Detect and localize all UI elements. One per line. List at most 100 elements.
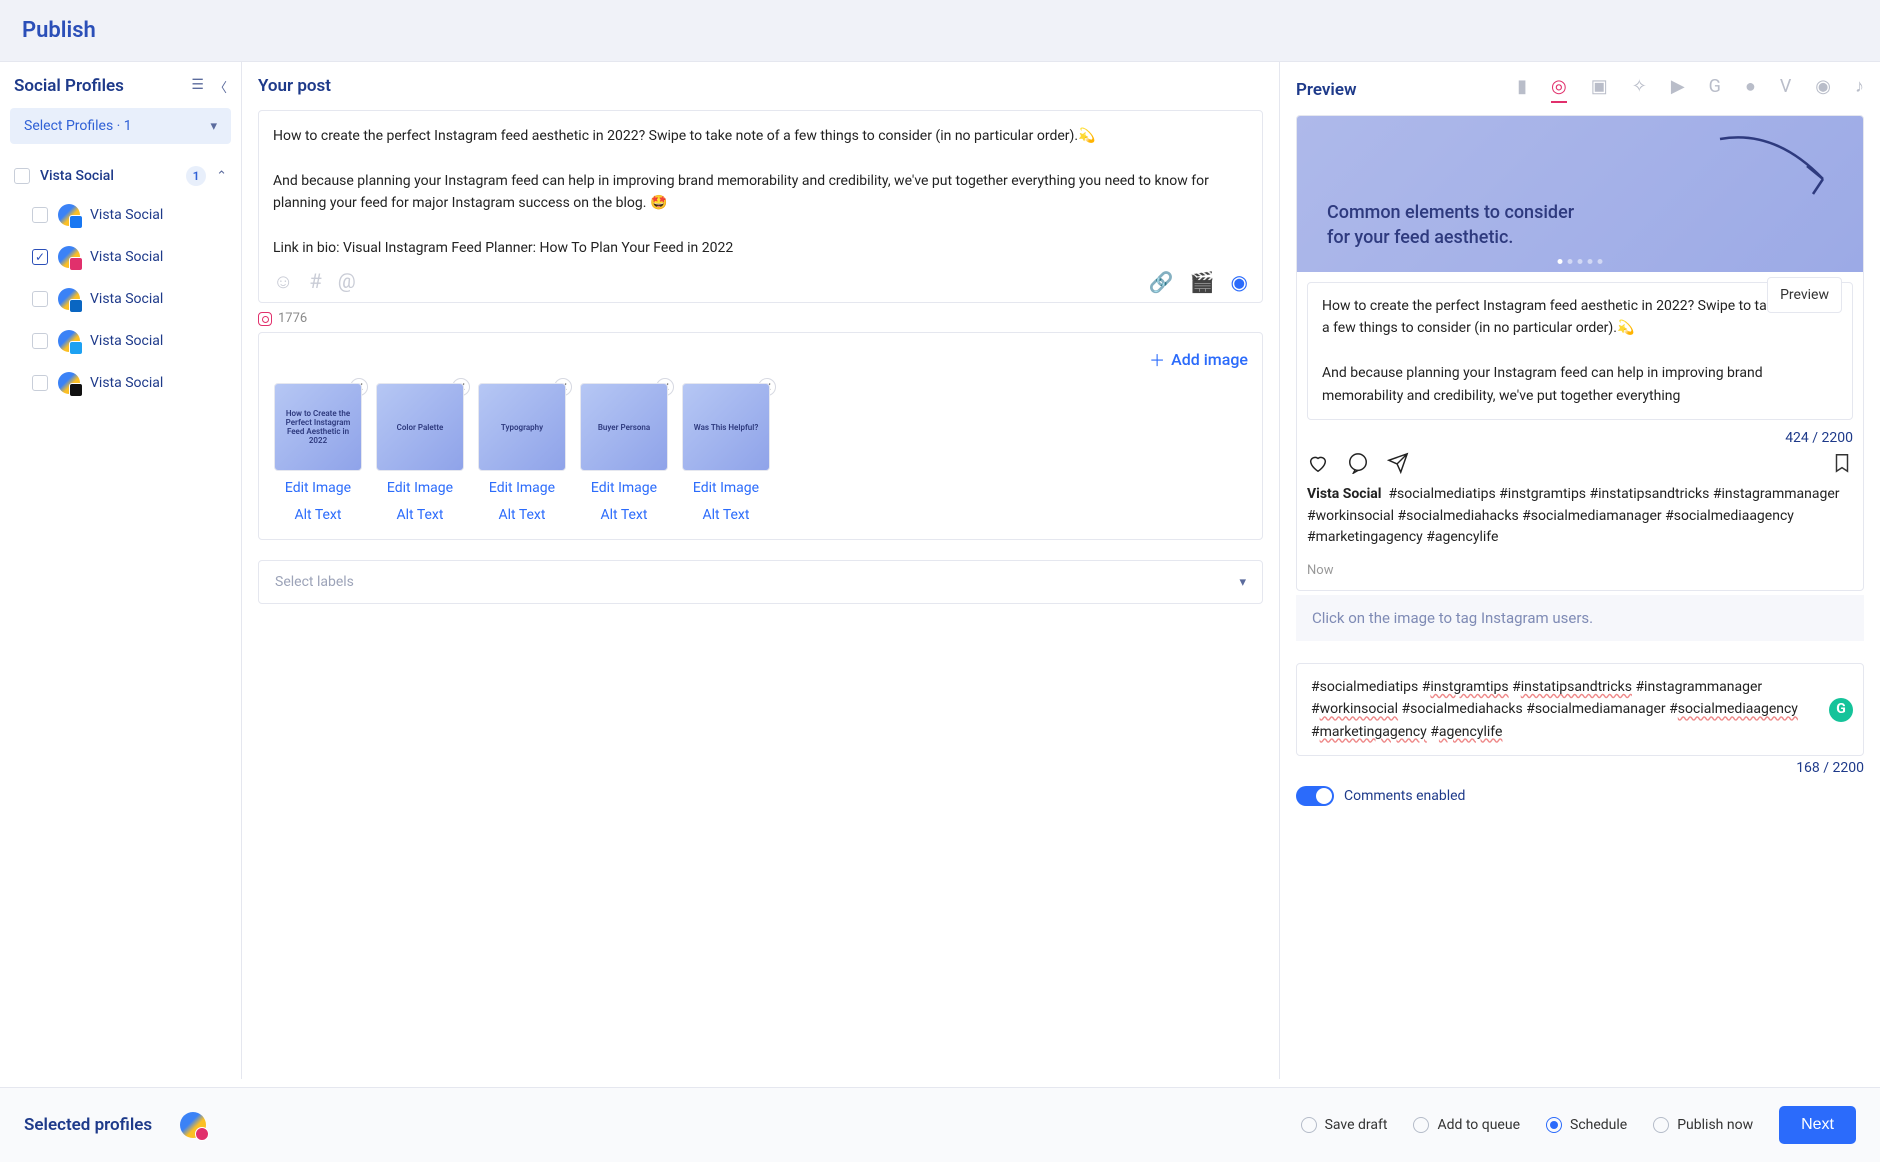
comments-toggle-row: Comments enabled	[1296, 786, 1864, 806]
edit-image-link[interactable]: Edit Image	[285, 479, 351, 498]
selected-profile-avatar[interactable]	[180, 1112, 206, 1138]
thumbnail[interactable]: ✕ Buyer Persona Edit Image Alt Text	[579, 383, 669, 525]
profile-item-twitter[interactable]: Vista Social	[10, 320, 231, 362]
collapse-sidebar-icon[interactable]: 〈	[214, 77, 227, 96]
thumb-image[interactable]: How to Create the Perfect Instagram Feed…	[274, 383, 362, 471]
profile-checkbox[interactable]	[32, 249, 48, 265]
thumb-image[interactable]: Typography	[478, 383, 566, 471]
select-labels-dropdown[interactable]: Select labels ▾	[258, 560, 1263, 604]
comment-icon[interactable]	[1347, 452, 1369, 474]
select-profiles-dropdown[interactable]: Select Profiles · 1 ▾	[10, 108, 231, 144]
alt-text-link[interactable]: Alt Text	[397, 506, 444, 525]
bookmark-icon[interactable]	[1831, 452, 1853, 474]
edit-image-link[interactable]: Edit Image	[693, 479, 759, 498]
add-image-label: Add image	[1171, 350, 1248, 369]
google-tab-icon[interactable]: G	[1709, 76, 1721, 103]
pinterest-tab-icon[interactable]: ◉	[1815, 76, 1831, 103]
facebook-tab-icon[interactable]: ▮	[1517, 76, 1527, 103]
profile-item-tiktok[interactable]: Vista Social	[10, 362, 231, 404]
thumbnail[interactable]: ✕ How to Create the Perfect Instagram Fe…	[273, 383, 363, 525]
first-comment-input[interactable]: #socialmediatips #instgramtips #instatip…	[1296, 663, 1864, 756]
preview-badge[interactable]: Preview	[1767, 277, 1842, 313]
group-count-badge: 1	[186, 166, 206, 186]
thumb-image[interactable]: Color Palette	[376, 383, 464, 471]
mention-icon[interactable]: @	[338, 269, 356, 294]
save-draft-option[interactable]: Save draft	[1301, 1117, 1388, 1133]
tag-users-hint[interactable]: Click on the image to tag Instagram user…	[1296, 595, 1864, 641]
preview-username: Vista Social	[1307, 486, 1381, 502]
tiktok-tab-icon[interactable]: ♪	[1855, 76, 1864, 103]
profile-checkbox[interactable]	[32, 207, 48, 223]
profile-checkbox[interactable]	[32, 375, 48, 391]
labels-placeholder: Select labels	[275, 574, 354, 590]
profile-name: Vista Social	[90, 375, 163, 391]
char-count: 1776	[278, 311, 307, 326]
alt-text-link[interactable]: Alt Text	[601, 506, 648, 525]
profile-name: Vista Social	[90, 333, 163, 349]
add-image-button[interactable]: ＋ Add image	[273, 347, 1248, 371]
filter-icon[interactable]: ☰	[191, 77, 204, 96]
profile-name: Vista Social	[90, 249, 163, 265]
avatar-tiktok	[58, 372, 80, 394]
post-editor: How to create the perfect Instagram feed…	[258, 110, 1263, 303]
post-textarea[interactable]: How to create the perfect Instagram feed…	[273, 125, 1248, 259]
profile-group-header[interactable]: Vista Social 1 ⌃	[10, 158, 231, 194]
camera-icon[interactable]: ◉	[1231, 270, 1248, 294]
caption-char-count: 424 / 2200	[1297, 430, 1863, 452]
youtube-tab-icon[interactable]: ▶	[1671, 76, 1685, 103]
edit-image-link[interactable]: Edit Image	[489, 479, 555, 498]
twitter-tab-icon[interactable]: ✧	[1632, 76, 1647, 103]
schedule-option[interactable]: Schedule	[1546, 1117, 1627, 1133]
profile-item-instagram[interactable]: Vista Social	[10, 236, 231, 278]
share-icon[interactable]	[1387, 452, 1409, 474]
comments-toggle-label: Comments enabled	[1344, 788, 1465, 804]
group-name: Vista Social	[40, 168, 176, 184]
chevron-down-icon: ▾	[1239, 575, 1246, 590]
thumbnail[interactable]: ✕ Color Palette Edit Image Alt Text	[375, 383, 465, 525]
avatar-instagram	[58, 246, 80, 268]
alt-text-link[interactable]: Alt Text	[499, 506, 546, 525]
page-title: Publish	[22, 18, 1858, 43]
profile-item-facebook[interactable]: Vista Social	[10, 194, 231, 236]
publish-now-option[interactable]: Publish now	[1653, 1117, 1753, 1133]
top-bar: Publish	[0, 0, 1880, 62]
add-to-queue-option[interactable]: Add to queue	[1413, 1117, 1520, 1133]
select-profiles-label: Select Profiles · 1	[24, 118, 132, 134]
profile-item-linkedin[interactable]: Vista Social	[10, 278, 231, 320]
alt-text-link[interactable]: Alt Text	[703, 506, 750, 525]
thumbnail[interactable]: ✕ Was This Helpful? Edit Image Alt Text	[681, 383, 771, 525]
profile-checkbox[interactable]	[32, 333, 48, 349]
alt-text-link[interactable]: Alt Text	[295, 506, 342, 525]
comments-toggle[interactable]	[1296, 786, 1334, 806]
link-icon[interactable]: 🔗	[1149, 270, 1174, 294]
thumb-image[interactable]: Was This Helpful?	[682, 383, 770, 471]
caption-preview-text: How to create the perfect Instagram feed…	[1322, 295, 1838, 407]
sidebar-header: Social Profiles ☰ 〈	[10, 76, 231, 96]
grammarly-icon[interactable]: G	[1829, 698, 1853, 722]
char-count-row: 1776	[258, 311, 1263, 326]
footer-bar: Selected profiles Save draft Add to queu…	[0, 1087, 1880, 1162]
hashtag-icon[interactable]: #	[309, 269, 321, 294]
thumbnails-row: ✕ How to Create the Perfect Instagram Fe…	[273, 383, 1248, 525]
reddit-tab-icon[interactable]: ●	[1745, 76, 1756, 103]
hero-text-line2: for your feed aesthetic.	[1327, 225, 1833, 250]
arrow-icon	[1715, 124, 1835, 214]
thumb-image[interactable]: Buyer Persona	[580, 383, 668, 471]
emoji-icon[interactable]: ☺	[273, 269, 293, 294]
group-checkbox[interactable]	[14, 168, 30, 184]
vimeo-tab-icon[interactable]: V	[1780, 76, 1791, 103]
instagram-tab-icon[interactable]: ◎	[1551, 76, 1567, 103]
edit-image-link[interactable]: Edit Image	[591, 479, 657, 498]
preview-hero-image[interactable]: Common elements to consider for your fee…	[1297, 116, 1863, 272]
thumbnail[interactable]: ✕ Typography Edit Image Alt Text	[477, 383, 567, 525]
preview-timestamp: Now	[1297, 559, 1863, 590]
sidebar: Social Profiles ☰ 〈 Select Profiles · 1 …	[0, 62, 242, 1079]
heart-icon[interactable]	[1307, 452, 1329, 474]
profile-checkbox[interactable]	[32, 291, 48, 307]
publish-options: Save draft Add to queue Schedule Publish…	[1301, 1106, 1856, 1144]
video-icon[interactable]: 🎬	[1190, 270, 1215, 294]
chevron-up-icon[interactable]: ⌃	[216, 169, 227, 184]
edit-image-link[interactable]: Edit Image	[387, 479, 453, 498]
next-button[interactable]: Next	[1779, 1106, 1856, 1144]
linkedin-tab-icon[interactable]: ▣	[1591, 76, 1608, 103]
